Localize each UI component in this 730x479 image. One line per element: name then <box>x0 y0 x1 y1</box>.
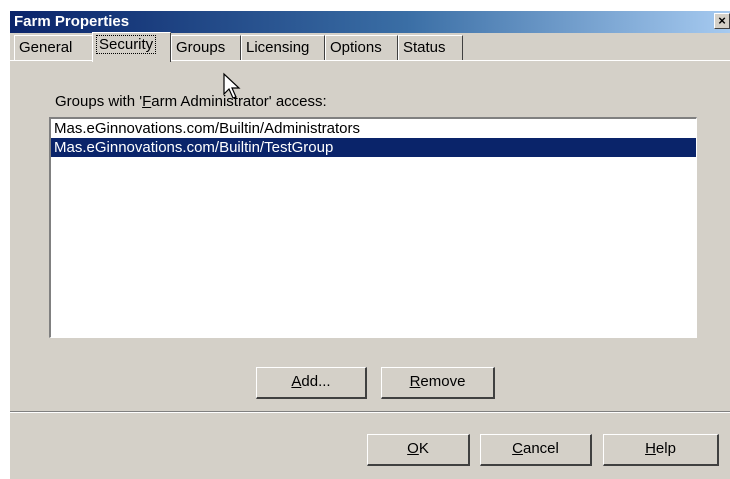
groups-access-label: Groups with 'Farm Administrator' access: <box>55 93 327 110</box>
help-button[interactable]: Help <box>603 434 719 466</box>
dialog-title: Farm Properties <box>14 13 130 30</box>
list-item[interactable]: Mas.eGinnovations.com/Builtin/TestGroup <box>51 138 696 157</box>
remove-button[interactable]: Remove <box>381 367 495 399</box>
cancel-button[interactable]: Cancel <box>480 434 592 466</box>
tab-general-label: General <box>19 39 73 56</box>
ok-button[interactable]: OK <box>367 434 470 466</box>
tab-general[interactable]: General <box>14 35 94 60</box>
tab-licensing-label: Licensing <box>246 39 310 56</box>
tab-status[interactable]: Status <box>398 35 463 60</box>
title-bar[interactable]: Farm Properties × <box>10 11 730 33</box>
footer-separator <box>10 411 730 413</box>
tab-groups[interactable]: Groups <box>171 35 241 60</box>
add-button[interactable]: Add... <box>256 367 367 399</box>
tab-licensing[interactable]: Licensing <box>241 35 325 60</box>
tab-options-label: Options <box>330 39 382 56</box>
mouse-cursor-icon <box>223 72 241 99</box>
tab-status-label: Status <box>403 39 446 56</box>
tab-groups-label: Groups <box>176 39 226 56</box>
close-button[interactable]: × <box>714 13 730 29</box>
tab-security[interactable]: Security <box>92 32 171 62</box>
close-icon: × <box>718 13 726 28</box>
groups-listbox[interactable]: Mas.eGinnovations.com/Builtin/Administra… <box>49 117 697 338</box>
list-item[interactable]: Mas.eGinnovations.com/Builtin/Administra… <box>51 119 696 138</box>
tab-options[interactable]: Options <box>325 35 398 60</box>
tab-security-label: Security <box>95 35 157 54</box>
